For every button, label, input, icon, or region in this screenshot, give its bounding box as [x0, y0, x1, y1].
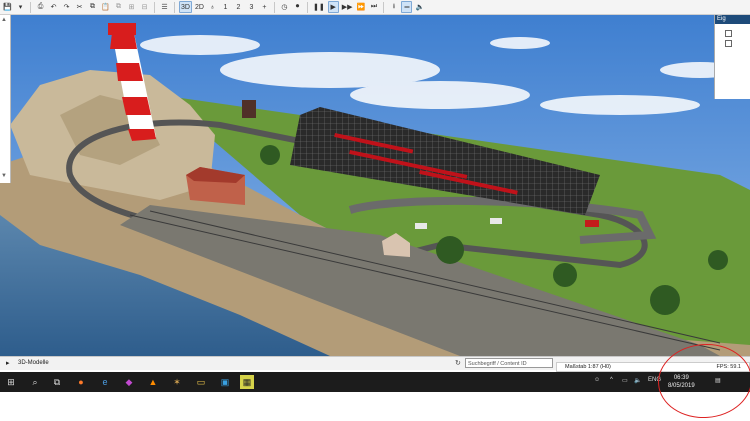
layer-1-button[interactable]: 1 — [220, 1, 231, 13]
active-app-icon[interactable]: ▦ — [240, 375, 254, 389]
3d-viewport[interactable] — [0, 15, 750, 356]
toolbar-separator — [154, 1, 155, 13]
panel-checkbox[interactable] — [725, 30, 732, 37]
refresh-icon[interactable]: ↻ — [455, 359, 461, 367]
toolbar-separator — [273, 1, 275, 13]
people-icon[interactable]: ☺ — [594, 377, 600, 383]
duplicate-icon[interactable]: ⧉ — [113, 1, 124, 13]
track-mode-icon[interactable]: ═ — [401, 1, 413, 13]
show-hidden-icons[interactable]: ^ — [610, 377, 613, 383]
group-icon[interactable]: ⊞ — [126, 1, 137, 13]
layer-2-button[interactable]: 2 — [233, 1, 244, 13]
windows-start-icon[interactable]: ⊞ — [4, 375, 18, 389]
main-toolbar: 💾 ▾ ⎙ ↶ ↷ ✂ ⧉ 📋 ⧉ ⊞ ⊟ ☰ 3D 2D ♁ 1 2 3 + … — [0, 0, 750, 15]
toolbar-separator — [174, 1, 175, 13]
fastest-forward-icon[interactable]: ⏭ — [368, 1, 379, 13]
layout-scene[interactable] — [0, 15, 750, 356]
toolbar-separator — [383, 1, 385, 13]
lamp-icon[interactable]: ♁ — [207, 1, 218, 13]
properties-panel-header: Eig — [715, 15, 750, 24]
sound-icon[interactable]: 🔈 — [414, 1, 425, 13]
volume-icon[interactable]: 🔈 — [634, 377, 641, 384]
cut-icon[interactable]: ✂ — [74, 1, 85, 13]
car — [490, 218, 502, 224]
record-icon[interactable]: ⏺ — [292, 1, 303, 13]
models-label: 3D-Modelle — [18, 360, 49, 366]
toolbar-separator — [30, 1, 31, 13]
play-icon[interactable]: ▶ — [327, 1, 339, 13]
view-3d-button[interactable]: 3D — [179, 1, 192, 13]
edge-icon[interactable]: e — [98, 375, 112, 389]
dropdown-arrow-icon[interactable]: ▾ — [15, 1, 26, 13]
align-icon[interactable]: ⊟ — [139, 1, 150, 13]
chevron-up-icon[interactable]: ▲ — [1, 17, 7, 23]
left-panel[interactable]: ▲ ▼ — [0, 15, 11, 183]
chevron-down-icon[interactable]: ▼ — [1, 173, 7, 179]
windows-taskbar: ⊞ ⌕ ⧉ ● e ◆ ▲ ✶ ▭ ▣ ▦ ☺ ^ ▭ 🔈 ENG ▤ — [0, 372, 750, 392]
fast-forward-icon[interactable]: ▶▶ — [341, 1, 354, 13]
panel-checkbox[interactable] — [725, 40, 732, 47]
layer-3-button[interactable]: 3 — [246, 1, 257, 13]
scale-label: Maßstab 1:87 (H0) — [565, 364, 611, 370]
toolbar-separator — [306, 1, 308, 13]
water-tower — [242, 100, 256, 118]
search-icon[interactable]: ⌕ — [28, 375, 42, 389]
save-icon[interactable]: 💾 — [2, 1, 13, 13]
view-2d-button[interactable]: 2D — [194, 1, 205, 13]
copy-icon[interactable]: ⧉ — [87, 1, 98, 13]
network-icon[interactable]: ▭ — [622, 377, 628, 384]
add-icon[interactable]: + — [259, 1, 270, 13]
app-icon[interactable]: ▣ — [218, 375, 232, 389]
faster-forward-icon[interactable]: ⏩ — [355, 1, 366, 13]
expand-icon[interactable]: ▸ — [6, 359, 10, 367]
list-icon[interactable]: ☰ — [159, 1, 170, 13]
app-icon[interactable]: ✶ — [170, 375, 184, 389]
download-icon[interactable]: ⭳ — [388, 1, 399, 13]
file-explorer-icon[interactable]: ▭ — [194, 375, 208, 389]
paste-icon[interactable]: 📋 — [100, 1, 111, 13]
content-search-input[interactable]: Suchbegriff / Content ID — [465, 358, 553, 368]
car — [415, 223, 427, 229]
task-view-icon[interactable]: ⧉ — [50, 375, 64, 389]
properties-panel: Eig — [714, 15, 750, 99]
vlc-icon[interactable]: ▲ — [146, 375, 160, 389]
blank-area — [0, 392, 750, 420]
clock-icon[interactable]: ◷ — [279, 1, 290, 13]
print-icon[interactable]: ⎙ — [35, 1, 46, 13]
firefox-icon[interactable]: ● — [74, 375, 88, 389]
app-icon[interactable]: ◆ — [122, 375, 136, 389]
redo-icon[interactable]: ↷ — [61, 1, 72, 13]
car — [585, 220, 599, 227]
pause-icon[interactable]: ❚❚ — [312, 1, 326, 13]
undo-icon[interactable]: ↶ — [48, 1, 59, 13]
